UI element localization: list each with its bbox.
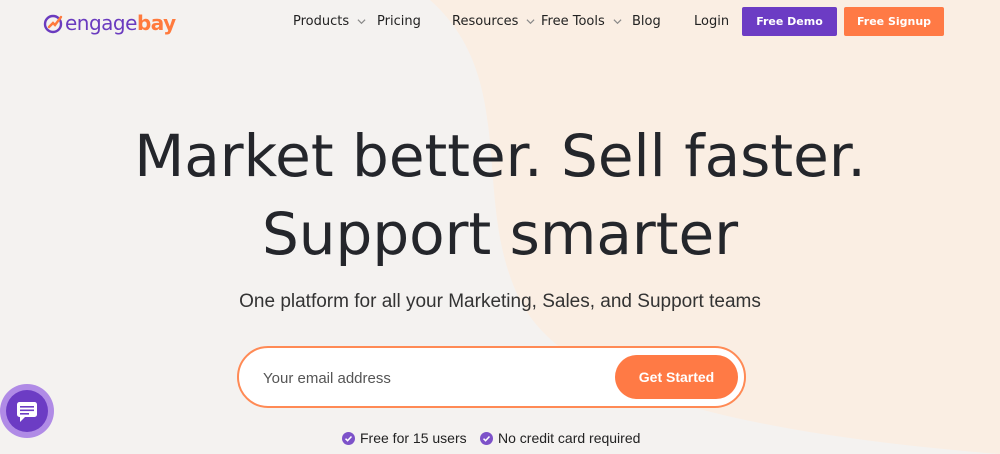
chat-widget-button[interactable] [0,382,55,440]
nav-login[interactable]: Login [694,14,729,29]
free-signup-button[interactable]: Free Signup [844,7,944,36]
hero-subtitle: One platform for all your Marketing, Sal… [239,291,761,312]
logo-text: engagebay [65,11,176,35]
feature-no-credit-card: No credit card required [480,430,640,446]
nav-free-tools-label: Free Tools [541,14,605,29]
chevron-down-icon [526,19,535,25]
nav-free-tools[interactable]: Free Tools [541,14,622,29]
feature-free-users-label: Free for 15 users [360,430,467,446]
feature-no-credit-card-label: No credit card required [498,430,641,446]
nav-resources-label: Resources [452,14,519,29]
nav-login-label: Login [694,14,730,29]
logo[interactable]: engagebay [42,10,176,36]
chevron-down-icon [357,19,366,25]
nav-pricing[interactable]: Pricing [377,14,421,29]
check-circle-icon [342,431,355,445]
engagebay-logo-icon [43,14,63,34]
nav-pricing-label: Pricing [377,14,421,29]
email-input[interactable] [263,366,603,390]
chevron-down-icon [613,19,622,25]
nav-blog[interactable]: Blog [632,14,661,29]
nav-products[interactable]: Products [293,14,366,29]
email-signup-form: Get Started [237,346,746,408]
nav-resources[interactable]: Resources [452,14,535,29]
nav-products-label: Products [293,14,350,29]
top-navbar: engagebay Products Pricing Resources Fre… [0,0,1000,44]
headline-line-2: Support smarter [261,200,739,268]
feature-free-users: Free for 15 users [342,430,467,446]
nav-blog-label: Blog [632,14,661,29]
check-circle-icon [480,431,493,445]
headline-line-1: Market better. Sell faster. [134,122,866,190]
free-demo-button[interactable]: Free Demo [742,7,837,36]
get-started-button[interactable]: Get Started [615,355,738,399]
